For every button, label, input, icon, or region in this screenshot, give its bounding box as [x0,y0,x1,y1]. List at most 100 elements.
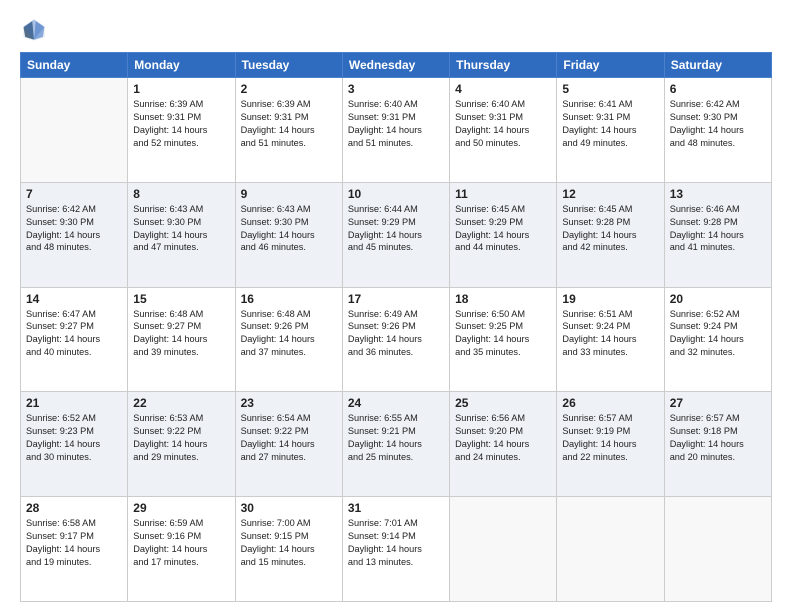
calendar-cell: 14 Sunrise: 6:47 AMSunset: 9:27 PMDayligh… [21,287,128,392]
calendar-cell: 29 Sunrise: 6:59 AMSunset: 9:16 PMDayligh… [128,497,235,602]
calendar-cell: 8 Sunrise: 6:43 AMSunset: 9:30 PMDaylight… [128,182,235,287]
day-info: Sunrise: 7:01 AMSunset: 9:14 PMDaylight:… [348,517,444,569]
day-info: Sunrise: 6:57 AMSunset: 9:18 PMDaylight:… [670,412,766,464]
week-row-1: 1 Sunrise: 6:39 AMSunset: 9:31 PMDaylight… [21,78,772,183]
day-info: Sunrise: 6:40 AMSunset: 9:31 PMDaylight:… [455,98,551,150]
day-info: Sunrise: 6:43 AMSunset: 9:30 PMDaylight:… [133,203,229,255]
calendar-cell: 30 Sunrise: 7:00 AMSunset: 9:15 PMDayligh… [235,497,342,602]
day-info: Sunrise: 6:59 AMSunset: 9:16 PMDaylight:… [133,517,229,569]
calendar-page: SundayMondayTuesdayWednesdayThursdayFrid… [0,0,792,612]
week-row-5: 28 Sunrise: 6:58 AMSunset: 9:17 PMDayligh… [21,497,772,602]
calendar-cell: 11 Sunrise: 6:45 AMSunset: 9:29 PMDayligh… [450,182,557,287]
day-info: Sunrise: 6:52 AMSunset: 9:23 PMDaylight:… [26,412,122,464]
day-info: Sunrise: 6:45 AMSunset: 9:28 PMDaylight:… [562,203,658,255]
day-number: 19 [562,292,658,306]
weekday-header-tuesday: Tuesday [235,53,342,78]
day-info: Sunrise: 6:46 AMSunset: 9:28 PMDaylight:… [670,203,766,255]
calendar-cell: 12 Sunrise: 6:45 AMSunset: 9:28 PMDayligh… [557,182,664,287]
day-info: Sunrise: 6:42 AMSunset: 9:30 PMDaylight:… [26,203,122,255]
day-number: 20 [670,292,766,306]
calendar-cell: 16Sunrise: 6:48 AMSunset: 9:26 PMDayligh… [235,287,342,392]
calendar-cell: 22 Sunrise: 6:53 AMSunset: 9:22 PMDayligh… [128,392,235,497]
day-number: 31 [348,501,444,515]
calendar-table: SundayMondayTuesdayWednesdayThursdayFrid… [20,52,772,602]
calendar-cell: 2 Sunrise: 6:39 AMSunset: 9:31 PMDaylight… [235,78,342,183]
calendar-cell: 9 Sunrise: 6:43 AMSunset: 9:30 PMDaylight… [235,182,342,287]
calendar-cell: 13Sunrise: 6:46 AMSunset: 9:28 PMDayligh… [664,182,771,287]
day-number: 3 [348,82,444,96]
day-info: Sunrise: 6:43 AMSunset: 9:30 PMDaylight:… [241,203,337,255]
calendar-cell: 7 Sunrise: 6:42 AMSunset: 9:30 PMDaylight… [21,182,128,287]
weekday-header-monday: Monday [128,53,235,78]
day-info: Sunrise: 6:42 AMSunset: 9:30 PMDaylight:… [670,98,766,150]
calendar-cell: 27 Sunrise: 6:57 AMSunset: 9:18 PMDayligh… [664,392,771,497]
day-number: 22 [133,396,229,410]
day-number: 26 [562,396,658,410]
day-number: 10 [348,187,444,201]
day-info: Sunrise: 6:56 AMSunset: 9:20 PMDaylight:… [455,412,551,464]
day-number: 14 [26,292,122,306]
day-number: 5 [562,82,658,96]
calendar-cell [557,497,664,602]
week-row-2: 7 Sunrise: 6:42 AMSunset: 9:30 PMDaylight… [21,182,772,287]
day-info: Sunrise: 6:57 AMSunset: 9:19 PMDaylight:… [562,412,658,464]
day-number: 30 [241,501,337,515]
day-number: 23 [241,396,337,410]
day-number: 11 [455,187,551,201]
calendar-cell: 19 Sunrise: 6:51 AMSunset: 9:24 PMDayligh… [557,287,664,392]
day-info: Sunrise: 6:44 AMSunset: 9:29 PMDaylight:… [348,203,444,255]
day-number: 1 [133,82,229,96]
calendar-cell [21,78,128,183]
weekday-header-thursday: Thursday [450,53,557,78]
calendar-cell: 31 Sunrise: 7:01 AMSunset: 9:14 PMDayligh… [342,497,449,602]
day-number: 2 [241,82,337,96]
day-number: 12 [562,187,658,201]
day-number: 17 [348,292,444,306]
day-info: Sunrise: 6:41 AMSunset: 9:31 PMDaylight:… [562,98,658,150]
calendar-cell: 26 Sunrise: 6:57 AMSunset: 9:19 PMDayligh… [557,392,664,497]
calendar-cell: 28 Sunrise: 6:58 AMSunset: 9:17 PMDayligh… [21,497,128,602]
day-number: 27 [670,396,766,410]
calendar-cell: 21 Sunrise: 6:52 AMSunset: 9:23 PMDayligh… [21,392,128,497]
day-info: Sunrise: 6:39 AMSunset: 9:31 PMDaylight:… [241,98,337,150]
day-info: Sunrise: 6:40 AMSunset: 9:31 PMDaylight:… [348,98,444,150]
weekday-header-wednesday: Wednesday [342,53,449,78]
calendar-cell: 5 Sunrise: 6:41 AMSunset: 9:31 PMDaylight… [557,78,664,183]
calendar-cell: 10 Sunrise: 6:44 AMSunset: 9:29 PMDayligh… [342,182,449,287]
day-info: Sunrise: 6:39 AMSunset: 9:31 PMDaylight:… [133,98,229,150]
calendar-cell: 15 Sunrise: 6:48 AMSunset: 9:27 PMDayligh… [128,287,235,392]
day-info: Sunrise: 6:52 AMSunset: 9:24 PMDaylight:… [670,308,766,360]
logo-icon [20,16,48,44]
day-info: Sunrise: 6:48 AMSunset: 9:27 PMDaylight:… [133,308,229,360]
calendar-cell: 4Sunrise: 6:40 AMSunset: 9:31 PMDaylight… [450,78,557,183]
day-info: Sunrise: 6:54 AMSunset: 9:22 PMDaylight:… [241,412,337,464]
day-number: 24 [348,396,444,410]
calendar-cell: 3 Sunrise: 6:40 AMSunset: 9:31 PMDaylight… [342,78,449,183]
day-number: 28 [26,501,122,515]
day-info: Sunrise: 6:53 AMSunset: 9:22 PMDaylight:… [133,412,229,464]
day-number: 25 [455,396,551,410]
day-info: Sunrise: 6:45 AMSunset: 9:29 PMDaylight:… [455,203,551,255]
day-info: Sunrise: 6:47 AMSunset: 9:27 PMDaylight:… [26,308,122,360]
calendar-cell: 1 Sunrise: 6:39 AMSunset: 9:31 PMDaylight… [128,78,235,183]
weekday-header-saturday: Saturday [664,53,771,78]
day-number: 21 [26,396,122,410]
day-info: Sunrise: 7:00 AMSunset: 9:15 PMDaylight:… [241,517,337,569]
day-number: 29 [133,501,229,515]
day-number: 9 [241,187,337,201]
weekday-header-row: SundayMondayTuesdayWednesdayThursdayFrid… [21,53,772,78]
day-number: 15 [133,292,229,306]
week-row-3: 14 Sunrise: 6:47 AMSunset: 9:27 PMDayligh… [21,287,772,392]
weekday-header-sunday: Sunday [21,53,128,78]
day-info: Sunrise: 6:58 AMSunset: 9:17 PMDaylight:… [26,517,122,569]
calendar-cell: 17Sunrise: 6:49 AMSunset: 9:26 PMDayligh… [342,287,449,392]
calendar-cell: 24 Sunrise: 6:55 AMSunset: 9:21 PMDayligh… [342,392,449,497]
weekday-header-friday: Friday [557,53,664,78]
calendar-cell [664,497,771,602]
calendar-cell: 20 Sunrise: 6:52 AMSunset: 9:24 PMDayligh… [664,287,771,392]
day-info: Sunrise: 6:51 AMSunset: 9:24 PMDaylight:… [562,308,658,360]
day-number: 7 [26,187,122,201]
day-number: 8 [133,187,229,201]
day-info: Sunrise: 6:50 AMSunset: 9:25 PMDaylight:… [455,308,551,360]
day-info: Sunrise: 6:55 AMSunset: 9:21 PMDaylight:… [348,412,444,464]
